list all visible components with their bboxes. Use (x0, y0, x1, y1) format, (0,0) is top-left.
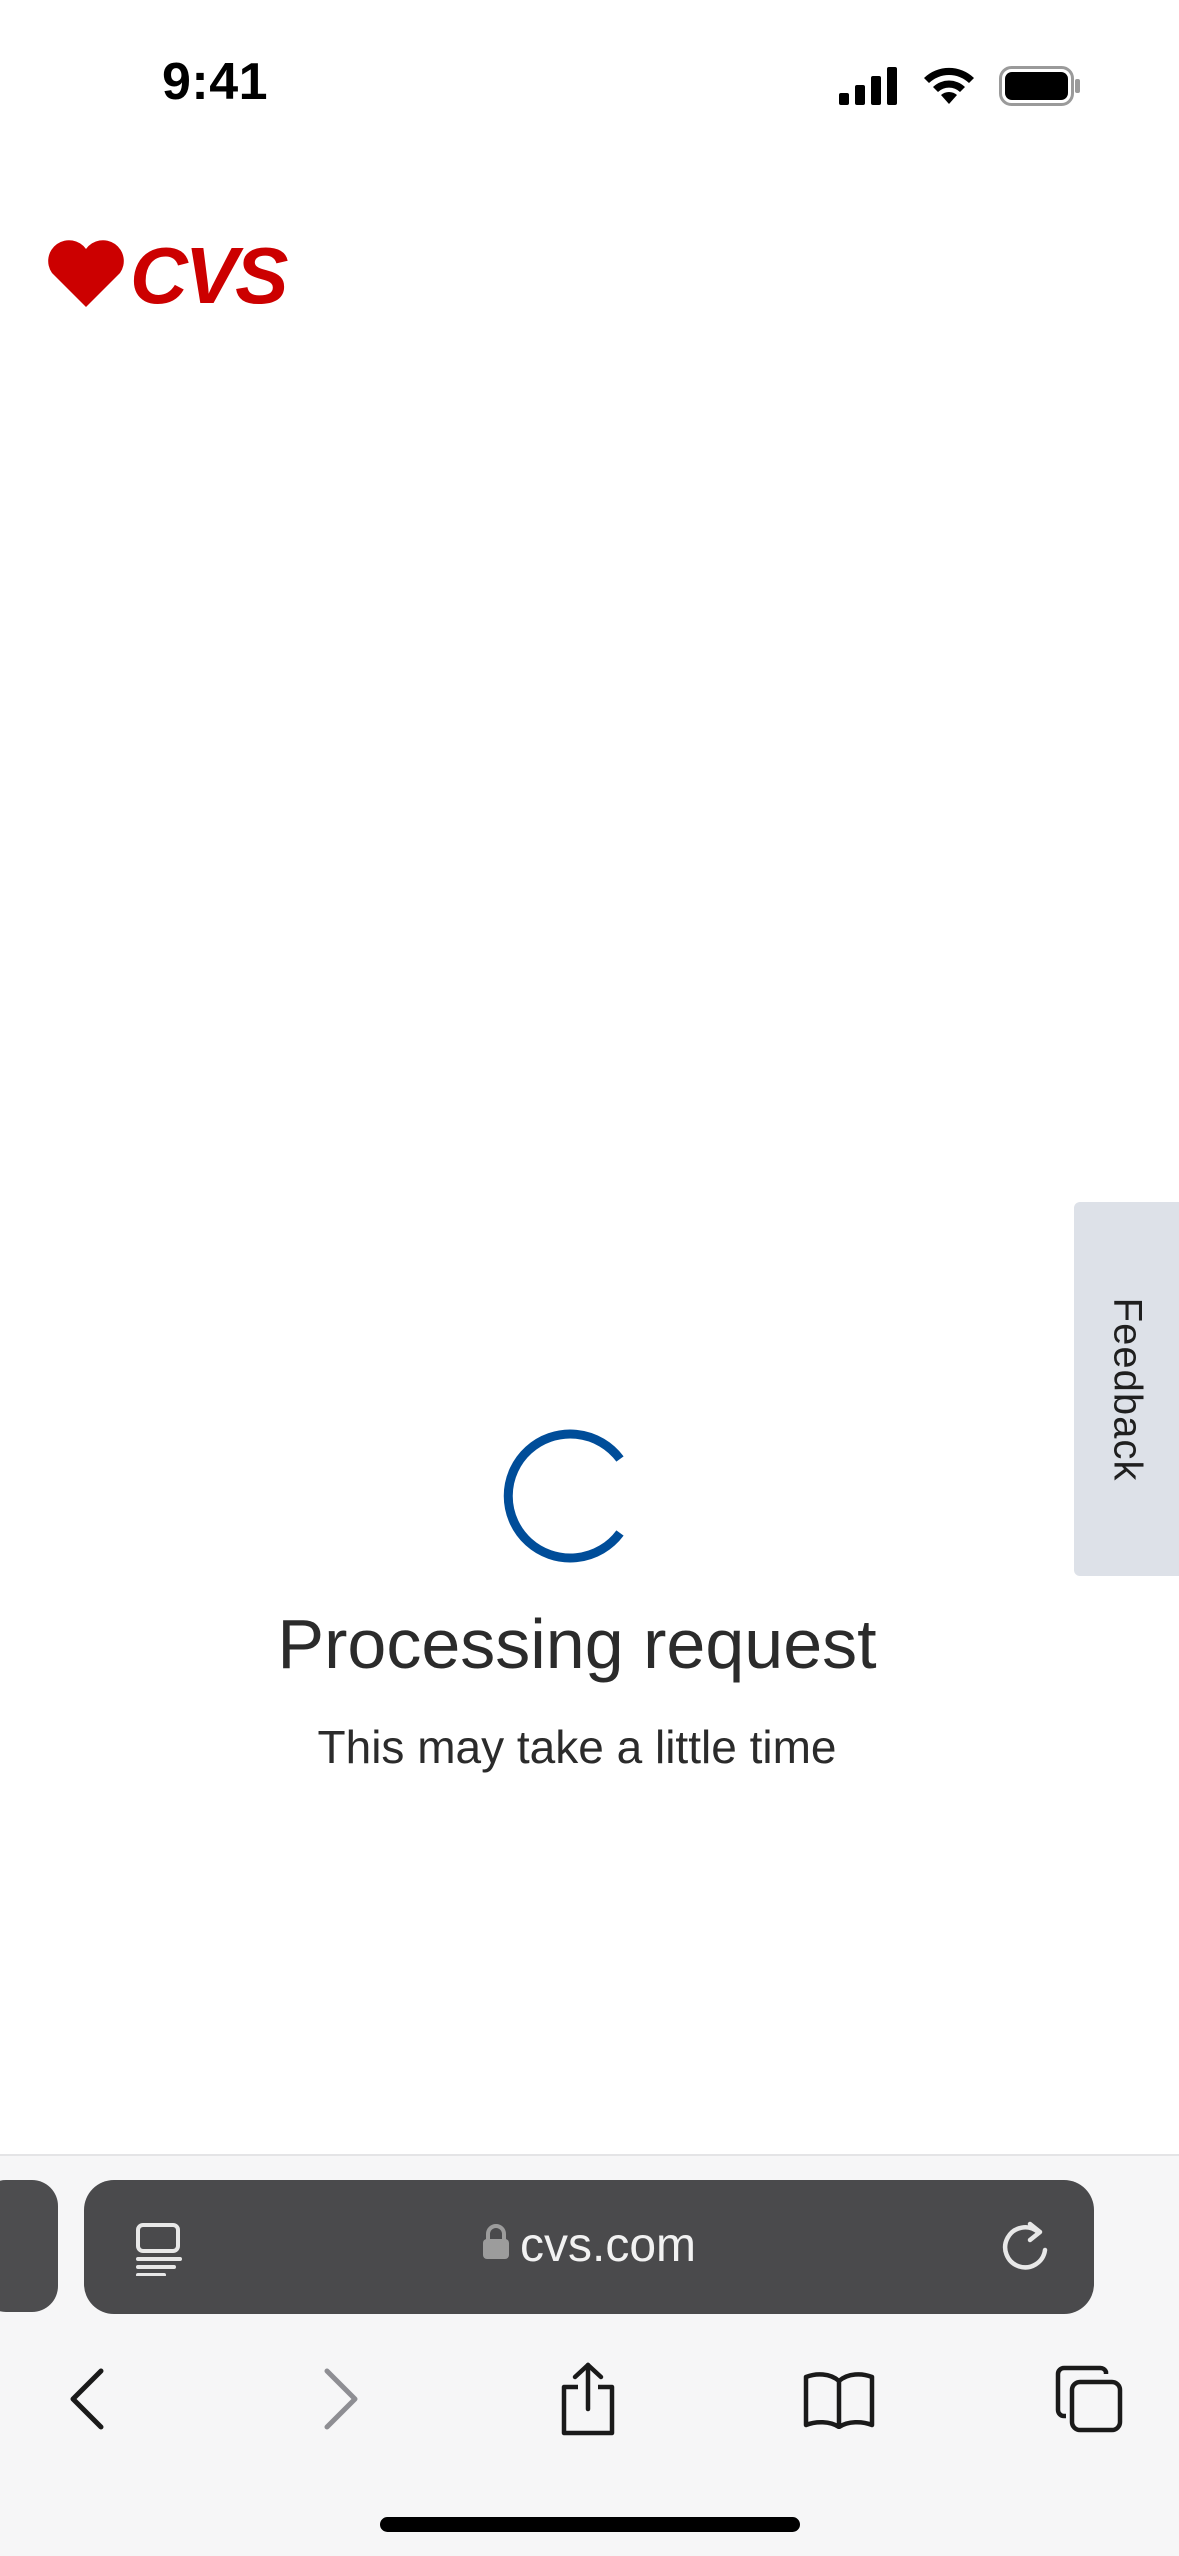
processing-title: Processing request (277, 1605, 877, 1683)
heart-icon (46, 239, 126, 314)
feedback-label: Feedback (1105, 1297, 1150, 1481)
tabs-button[interactable] (1034, 2346, 1144, 2456)
url-text: cvs.com (519, 2219, 696, 2272)
share-icon (558, 2361, 618, 2442)
battery-icon (999, 66, 1081, 111)
lock-icon (482, 2217, 510, 2272)
tabs-icon (1054, 2364, 1124, 2439)
home-indicator[interactable] (380, 2517, 800, 2532)
status-icons (839, 66, 1081, 111)
back-button[interactable] (32, 2346, 142, 2456)
bookmarks-button[interactable] (784, 2346, 894, 2456)
forward-button[interactable] (286, 2346, 396, 2456)
back-icon (67, 2367, 107, 2436)
forward-icon (321, 2367, 361, 2436)
previous-tab-preview[interactable] (0, 2180, 58, 2312)
wifi-icon (921, 66, 977, 111)
browser-toolbar: cvs.com (0, 2154, 1179, 2556)
reload-icon[interactable] (998, 2218, 1054, 2279)
share-button[interactable] (533, 2346, 643, 2456)
feedback-tab[interactable]: Feedback (1074, 1202, 1179, 1576)
status-time: 9:41 (162, 53, 269, 111)
cvs-logo[interactable]: CVS (46, 231, 288, 320)
loading-spinner-icon (502, 1424, 632, 1568)
processing-subtitle: This may take a little time (317, 1721, 837, 1773)
logo-text: CVS (130, 231, 288, 320)
status-bar: 9:41 (0, 0, 1179, 170)
browser-nav-row (0, 2346, 1179, 2456)
bookmarks-icon (802, 2369, 876, 2434)
url-display[interactable]: cvs.com (84, 2218, 1094, 2276)
screen: 9:41 CVS Feedback Processing request Thi… (0, 0, 1179, 2556)
address-bar[interactable]: cvs.com (84, 2180, 1094, 2314)
cellular-signal-icon (839, 67, 899, 110)
